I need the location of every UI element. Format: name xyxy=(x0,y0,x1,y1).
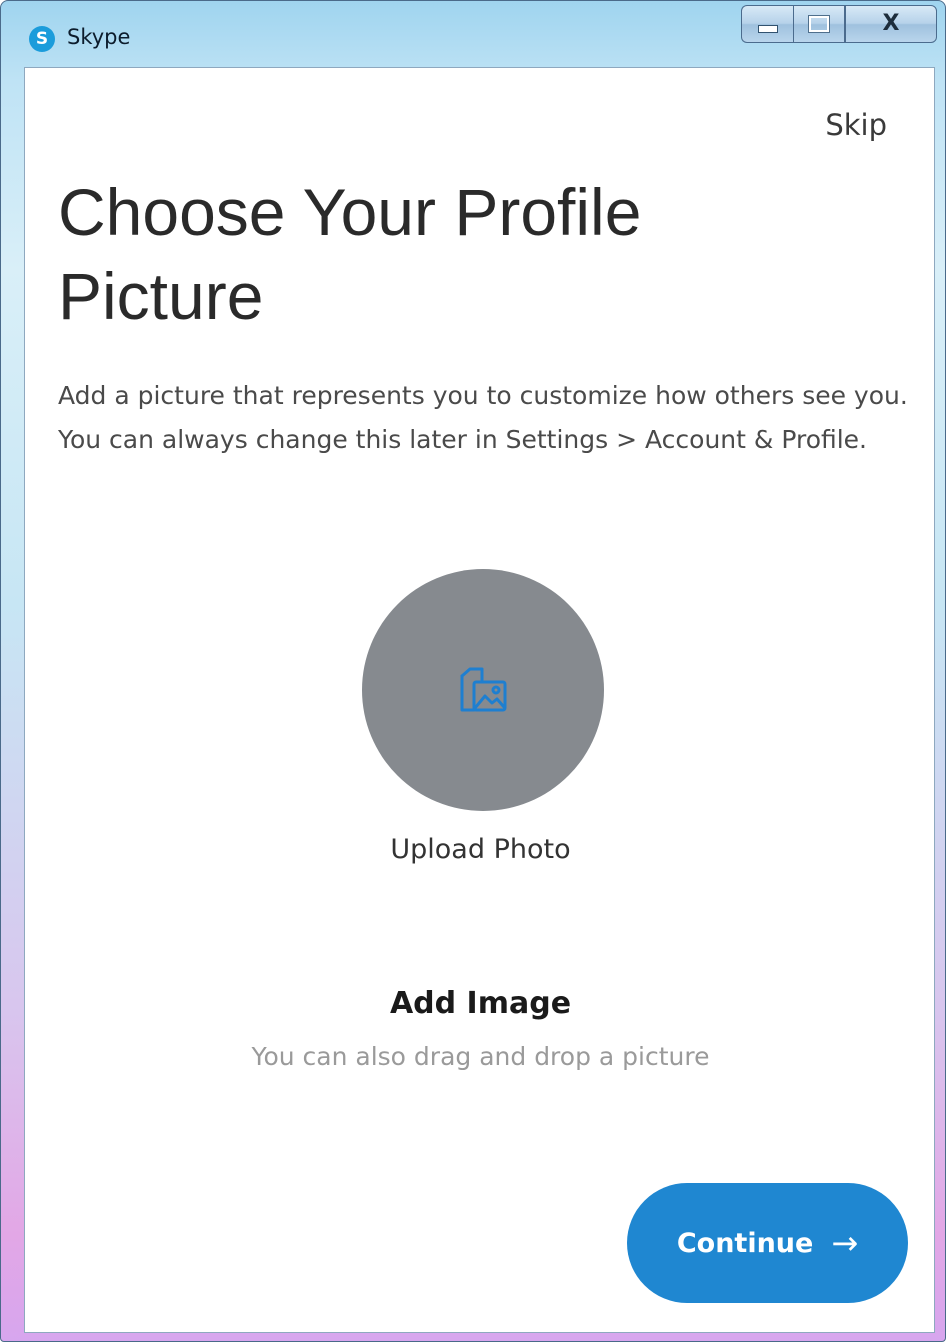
minimize-icon xyxy=(757,25,778,33)
maximize-icon xyxy=(808,15,830,33)
window-controls: X xyxy=(741,5,937,45)
continue-button-label: Continue xyxy=(676,1227,814,1259)
continue-button[interactable]: Continue → xyxy=(627,1183,908,1303)
close-icon: X xyxy=(882,11,900,36)
window-title: Skype xyxy=(67,25,131,49)
page-title: Choose Your Profile Picture xyxy=(58,170,878,338)
skype-window: S Skype X Skip Choose Your Profile Pictu… xyxy=(0,0,946,1342)
upload-photo-label: Upload Photo xyxy=(390,834,571,865)
close-button[interactable]: X xyxy=(845,5,937,43)
page-description: Add a picture that represents you to cus… xyxy=(58,381,908,454)
maximize-button[interactable] xyxy=(793,5,845,43)
minimize-button[interactable] xyxy=(741,5,793,43)
skip-link[interactable]: Skip xyxy=(825,108,887,142)
profile-picture-page: Skip Choose Your Profile Picture Add a p… xyxy=(24,67,935,1333)
page-title-line-2: Picture xyxy=(58,259,264,333)
skype-logo-icon: S xyxy=(29,26,55,52)
title-bar[interactable]: S Skype X xyxy=(1,1,945,65)
page-title-line-1: Choose Your Profile xyxy=(58,175,642,249)
arrow-right-icon: → xyxy=(831,1224,859,1262)
image-upload-icon xyxy=(460,667,507,712)
drag-drop-hint: You can also drag and drop a picture xyxy=(251,1042,710,1071)
add-image-link[interactable]: Add Image xyxy=(25,986,936,1021)
upload-photo-button[interactable] xyxy=(362,569,604,811)
